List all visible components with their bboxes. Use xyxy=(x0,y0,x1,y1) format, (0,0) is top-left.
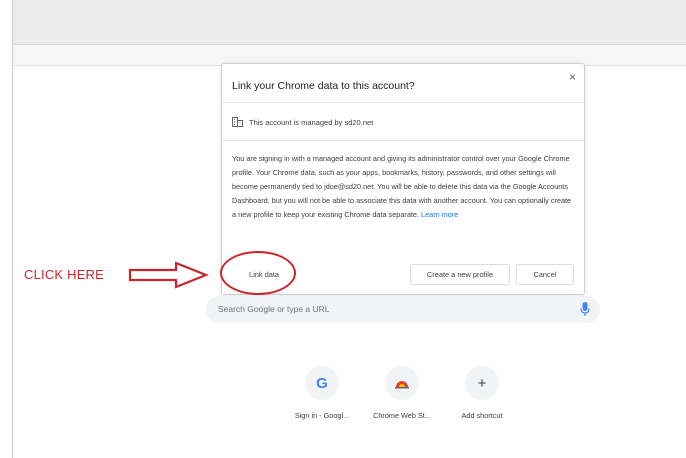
shortcut-add[interactable]: + Add shortcut xyxy=(442,366,522,420)
chrome-web-store-icon xyxy=(395,381,409,389)
arrow-right-icon xyxy=(128,261,209,289)
click-here-label: CLICK HERE xyxy=(24,267,105,282)
shortcut-label: Sign in - Googl... xyxy=(294,411,350,420)
managed-account-text: This account is managed by sd20.net xyxy=(249,117,374,127)
shortcut-tile: + xyxy=(465,366,499,400)
shortcut-tile: G xyxy=(305,366,339,400)
window-left-border xyxy=(12,0,13,458)
plus-icon: + xyxy=(477,374,487,392)
managed-account-notice: This account is managed by sd20.net xyxy=(232,117,373,127)
shortcut-sign-in-google[interactable]: G Sign in - Googl... xyxy=(282,366,362,420)
microphone-icon[interactable] xyxy=(580,301,590,317)
tab-strip xyxy=(13,0,686,45)
shortcut-label: Chrome Web St... xyxy=(373,411,431,420)
close-icon[interactable]: × xyxy=(569,70,576,84)
dialog-body-text: You are signing in with a managed accoun… xyxy=(232,154,572,219)
shortcut-chrome-web-store[interactable]: Chrome Web St... xyxy=(362,366,442,420)
google-g-icon: G xyxy=(316,374,328,392)
search-box[interactable]: Search Google or type a URL xyxy=(206,296,600,323)
shortcut-tile xyxy=(385,366,419,400)
cancel-button[interactable]: Cancel xyxy=(516,264,574,285)
shortcut-label: Add shortcut xyxy=(461,411,503,420)
learn-more-link[interactable]: Learn more xyxy=(421,210,458,219)
dialog-body: You are signing in with a managed accoun… xyxy=(232,152,574,222)
search-input[interactable]: Search Google or type a URL xyxy=(218,304,330,314)
dialog-divider xyxy=(222,140,584,141)
dialog-divider xyxy=(222,102,584,103)
dialog-title: Link your Chrome data to this account? xyxy=(232,80,415,92)
create-new-profile-button[interactable]: Create a new profile xyxy=(410,264,510,285)
annotation-circle xyxy=(220,251,296,295)
building-icon xyxy=(232,117,243,127)
